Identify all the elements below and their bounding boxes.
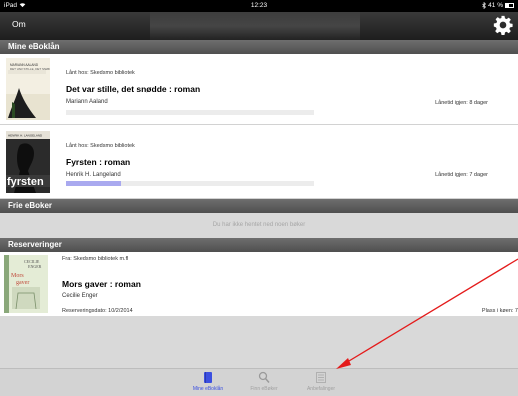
status-time: 12:23 (250, 2, 268, 9)
svg-text:Mors: Mors (11, 273, 24, 279)
list-icon (316, 372, 326, 383)
svg-text:ENGER: ENGER (28, 264, 42, 269)
loan-due: Lånetid igjen: 7 dager (435, 172, 488, 178)
reservation-library: Fra: Skedsmo bibliotek m.fl (62, 256, 129, 262)
status-bar: iPad 12:23 41 % (0, 0, 518, 12)
loan-item[interactable]: MARIANN AALAND DET VAR STILLE, DET SNØDD… (0, 54, 518, 125)
reservation-item[interactable]: CECILIE ENGER Mors gaver Fra: Skedsmo bi… (0, 252, 518, 316)
loan-author: Mariann Aaland (66, 99, 108, 105)
svg-text:HENRIK H. LANGELAND: HENRIK H. LANGELAND (8, 134, 43, 138)
loan-library: Lånt hos: Skedsmo bibliotek (66, 70, 135, 76)
bluetooth-icon (482, 1, 487, 10)
loan-progress (66, 110, 314, 115)
loan-author: Henrik H. Langeland (66, 172, 121, 178)
gear-icon[interactable] (493, 15, 513, 35)
reservation-title: Mors gaver : roman (62, 279, 141, 289)
book-cover: HENRIK H. LANGELAND fyrsten (6, 131, 50, 193)
book-icon (204, 372, 212, 383)
about-button[interactable]: Om (12, 19, 26, 29)
free-section-header: Frie eBoker (0, 199, 518, 213)
app-screen: iPad 12:23 41 % Om Mine eBoklån MARIANN … (0, 0, 518, 396)
svg-text:DET VAR STILLE, DET SNØDDE: DET VAR STILLE, DET SNØDDE (10, 67, 50, 71)
tab-recommendations[interactable]: Anbefalinger (291, 371, 351, 392)
tab-bar: Mine eBoklån Finn eBøker Anbefalinger (0, 368, 518, 396)
free-empty-message: Du har ikke hentet ned noen bøker (0, 213, 518, 238)
reservations-section-header: Reserveringer (0, 238, 518, 252)
svg-text:fyrsten: fyrsten (7, 176, 44, 188)
reservation-date: Reserveringsdato: 10/2/2014 (62, 308, 133, 314)
svg-text:gaver: gaver (16, 280, 29, 286)
book-cover: MARIANN AALAND DET VAR STILLE, DET SNØDD… (6, 58, 50, 120)
progress-fill (66, 181, 121, 186)
reservation-queue: Plass i køen: 7 (481, 308, 518, 314)
nav-bar: Om (0, 12, 518, 40)
loan-item[interactable]: HENRIK H. LANGELAND fyrsten Lånt hos: Sk… (0, 125, 518, 199)
loan-due: Lånetid igjen: 8 dager (435, 100, 488, 106)
loans-section-header: Mine eBoklån (0, 40, 518, 54)
loan-title: Det var stille, det snødde : roman (66, 84, 201, 94)
battery-icon (505, 2, 514, 8)
tab-label: Finn eBøker (250, 386, 278, 392)
loan-library: Lånt hos: Skedsmo bibliotek (66, 143, 135, 149)
tab-find-ebooks[interactable]: Finn eBøker (234, 371, 294, 392)
reservation-author: Cecilie Enger (62, 293, 98, 299)
nav-highlight (150, 12, 360, 40)
battery-status: 41 % (482, 0, 514, 12)
search-icon (258, 371, 270, 383)
loan-progress (66, 181, 314, 186)
tab-label: Anbefalinger (306, 386, 336, 392)
loan-title: Fyrsten : roman (66, 157, 131, 167)
battery-percent: 41 % (488, 2, 503, 9)
tab-label: Mine eBoklån (192, 386, 224, 392)
book-cover: CECILIE ENGER Mors gaver (4, 255, 48, 313)
tab-my-loans[interactable]: Mine eBoklån (178, 371, 238, 392)
